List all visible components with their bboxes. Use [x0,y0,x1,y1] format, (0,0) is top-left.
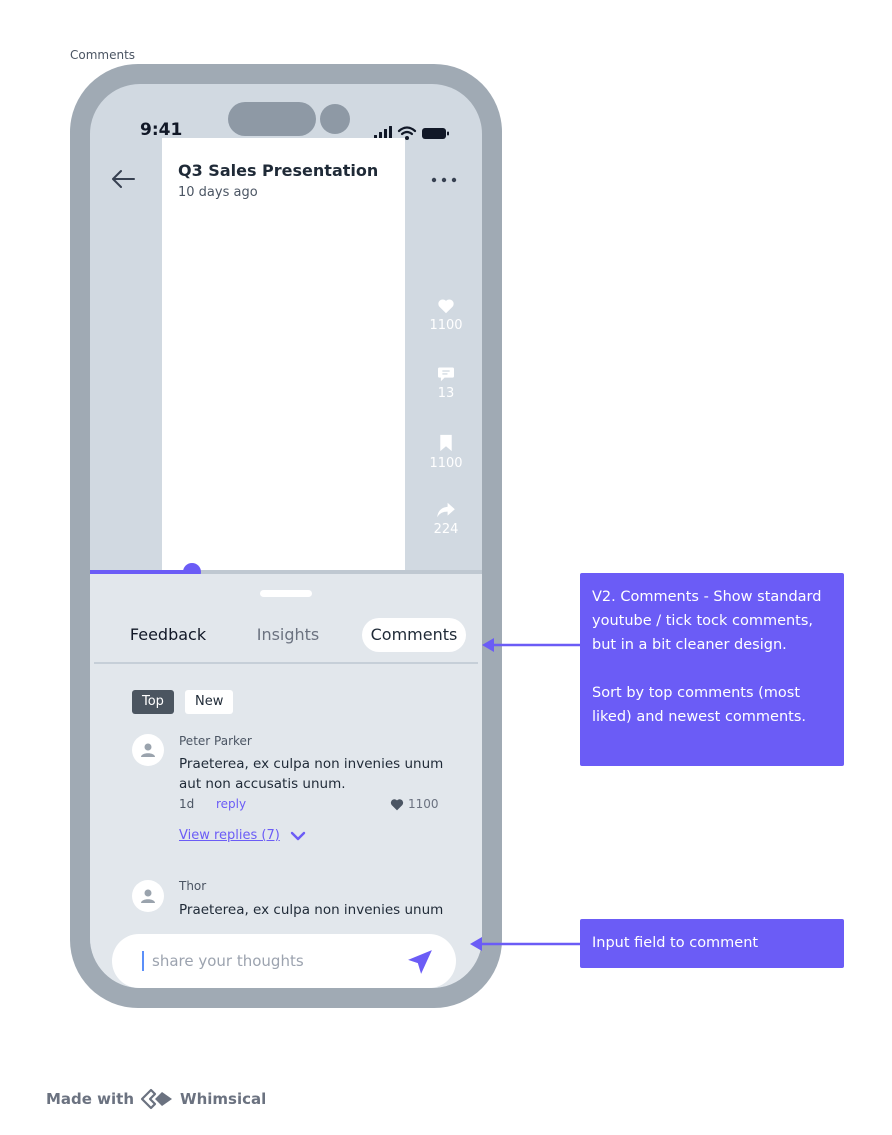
tab-insights[interactable]: Insights [238,618,338,652]
send-icon [408,950,432,974]
back-button[interactable] [108,166,138,192]
whimsical-brand: Whimsical [180,1090,267,1108]
heart-icon [390,798,404,810]
arrow-left-icon [112,170,135,188]
comments-sheet: Feedback Insights Comments Top New Peter… [90,574,482,988]
comment-action[interactable]: 13 [416,366,476,401]
comment-author: Thor [179,879,207,893]
sheet-drag-handle[interactable] [260,590,312,597]
heart-icon [438,299,454,314]
view-replies-label: View replies (7) [179,828,280,843]
annotation-input-note: Input field to comment [580,919,844,968]
sort-top-button[interactable]: Top [132,690,174,714]
phone-screen: 9:41 Q3 Sales Presentation 10 days ago 1… [90,84,482,988]
tabs-divider [94,662,478,664]
view-replies-link[interactable]: View replies (7) [179,828,306,843]
sort-new-button[interactable]: New [185,690,234,714]
annotation-arrow-tabs [482,638,584,652]
comment-text: Praeterea, ex culpa non invenies unum [179,902,444,918]
avatar[interactable] [132,880,164,912]
send-button[interactable] [406,948,434,976]
share-action[interactable]: 224 [416,502,476,537]
chevron-down-icon [290,831,306,840]
status-time: 9:41 [140,120,183,140]
bookmark-icon [440,434,452,452]
like-count: 1100 [429,318,463,333]
comment-like-count: 1100 [408,797,439,811]
wifi-icon [397,126,417,136]
whimsical-logo-icon [140,1088,173,1110]
avatar[interactable] [132,734,164,766]
comment-count: 13 [437,386,455,401]
bookmark-count: 1100 [429,456,463,471]
user-icon [141,743,155,757]
share-count: 224 [433,522,459,537]
share-icon [437,502,455,518]
like-action[interactable]: 1100 [416,298,476,333]
bookmark-action[interactable]: 1100 [416,434,476,471]
made-with-label: Made with [46,1090,135,1108]
tab-comments[interactable]: Comments [362,618,466,652]
battery-icon [422,128,449,139]
video-player[interactable]: Q3 Sales Presentation 10 days ago [162,138,405,572]
tab-feedback[interactable]: Feedback [118,618,218,652]
comment-input-bar [112,934,456,988]
phone-frame: 9:41 Q3 Sales Presentation 10 days ago 1… [70,64,502,1008]
annotation-comments-text: V2. Comments - Show standard youtube / t… [592,589,822,725]
comment-author: Peter Parker [179,734,252,748]
comment-input[interactable] [142,944,392,978]
comment-text: Praeterea, ex culpa non invenies unum au… [179,756,444,792]
frame-label: Comments [70,48,136,62]
user-icon [141,889,155,903]
comment-icon [438,367,454,382]
video-title: Q3 Sales Presentation [178,161,379,180]
video-timestamp: 10 days ago [178,185,258,200]
more-options-button[interactable] [426,170,462,190]
tab-bar: Feedback Insights Comments [90,618,482,658]
annotation-comments-note: V2. Comments - Show standard youtube / t… [580,573,844,766]
reply-button[interactable]: reply [216,797,246,811]
dynamic-island [228,102,352,136]
annotation-arrow-input [470,937,584,951]
comment-age: 1d [179,797,195,811]
comment-like-button[interactable]: 1100 [390,797,439,811]
made-with-footer[interactable]: Made with Whimsical [46,1088,266,1110]
annotation-input-text: Input field to comment [592,935,759,951]
more-horizontal-icon [431,177,457,183]
